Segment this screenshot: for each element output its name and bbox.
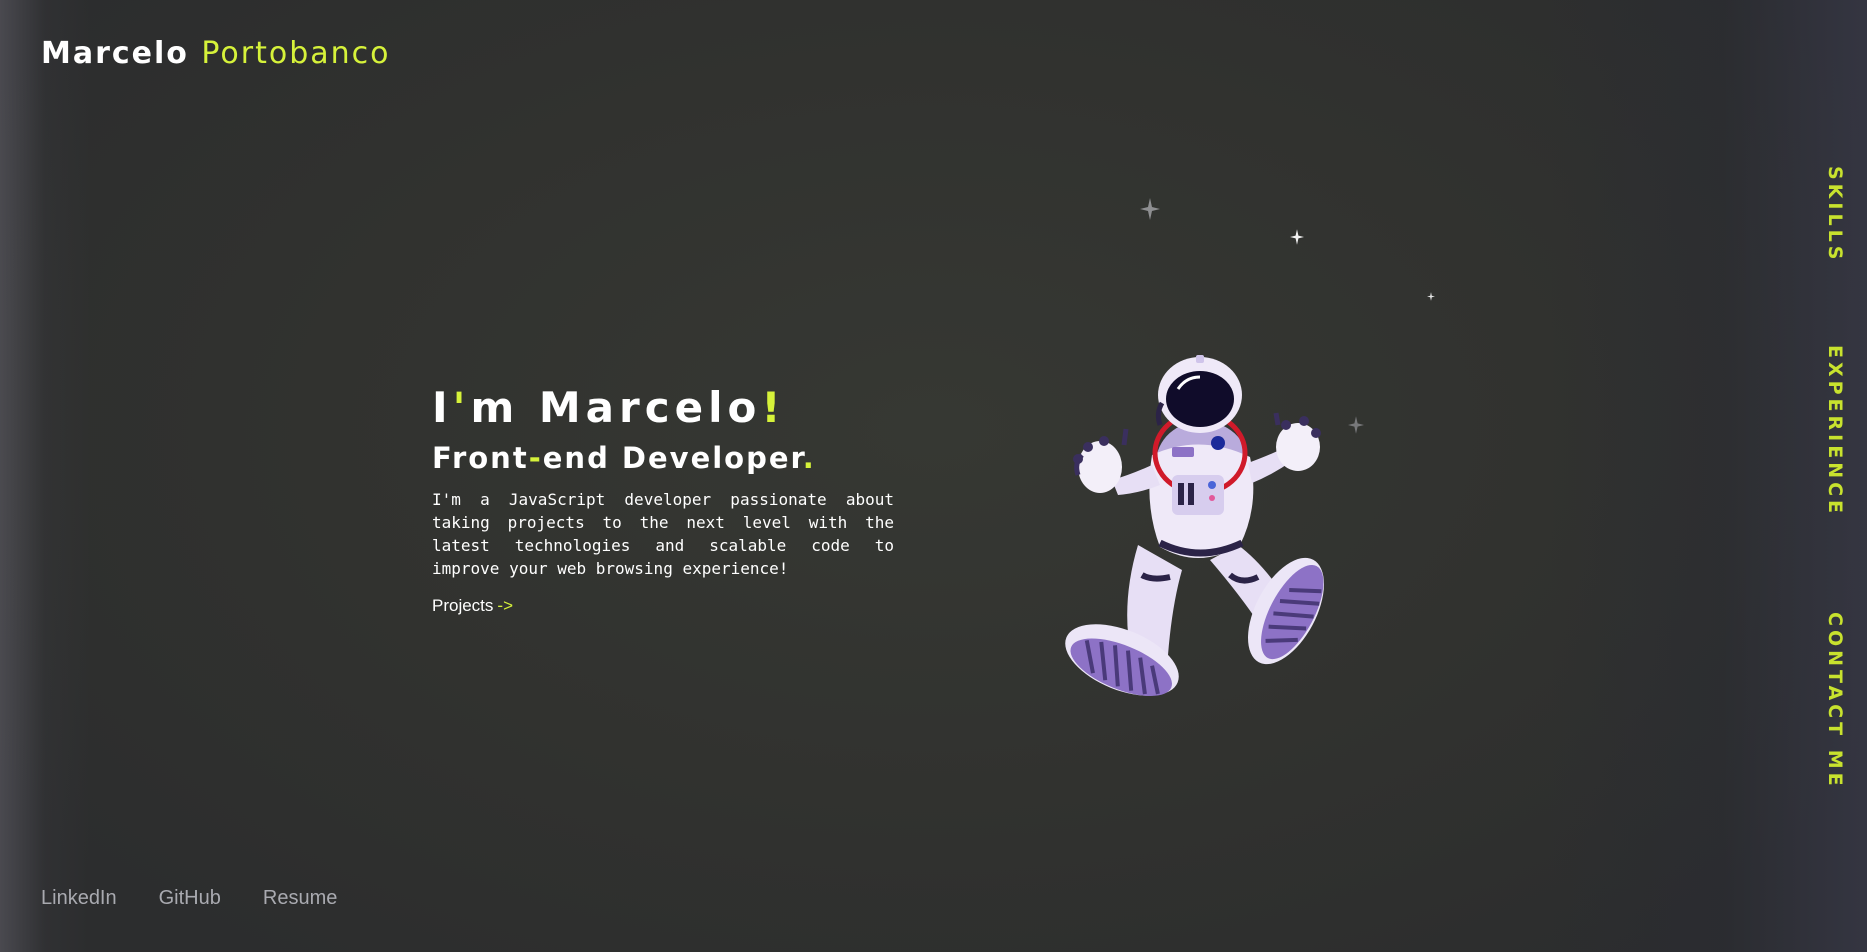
nav-experience-link[interactable]: EXPERIENCE xyxy=(1815,345,1855,537)
hero-title-text: I xyxy=(432,383,453,432)
logo-last-name: Portobanco xyxy=(201,36,391,71)
star-sparkle-icon xyxy=(1290,229,1304,245)
linkedin-link[interactable]: LinkedIn xyxy=(41,887,117,910)
side-nav: SKILLS EXPERIENCE CONTACT ME xyxy=(1815,0,1855,952)
hero-subtitle-dash: - xyxy=(528,441,543,475)
social-links: LinkedIn GitHub Resume xyxy=(41,887,337,910)
resume-link[interactable]: Resume xyxy=(263,887,337,910)
astronaut-illustration xyxy=(1065,355,1324,696)
nav-skills-link[interactable]: SKILLS xyxy=(1815,166,1855,270)
hero-subtitle-rest: end Developer xyxy=(542,441,803,475)
hero-title-name: m Marcelo xyxy=(470,383,762,432)
hero-section: I'm Marcelo! Front-end Developer. I'm a … xyxy=(432,382,894,616)
hero-subtitle: Front-end Developer. xyxy=(432,440,894,476)
projects-link[interactable]: Projects -> xyxy=(432,596,513,616)
projects-arrow-icon: -> xyxy=(497,596,514,615)
hero-subtitle-dot: . xyxy=(802,441,816,475)
site-logo[interactable]: Marcelo Portobanco xyxy=(41,36,391,71)
hero-title-exclamation: ! xyxy=(761,383,786,432)
hero-title: I'm Marcelo! xyxy=(432,382,894,434)
github-link[interactable]: GitHub xyxy=(159,887,221,910)
hero-subtitle-front: Front xyxy=(432,441,529,475)
nav-contact-link[interactable]: CONTACT ME xyxy=(1815,612,1855,806)
star-sparkle-icon xyxy=(1348,416,1364,434)
logo-first-name: Marcelo xyxy=(41,36,189,71)
star-sparkle-icon xyxy=(1427,292,1435,301)
hero-description: I'm a JavaScript developer passionate ab… xyxy=(432,490,894,578)
hero-title-apostrophe: ' xyxy=(452,383,471,432)
left-edge-glow xyxy=(0,0,90,952)
projects-link-label: Projects xyxy=(432,596,494,615)
star-sparkle-icon xyxy=(1140,198,1160,220)
